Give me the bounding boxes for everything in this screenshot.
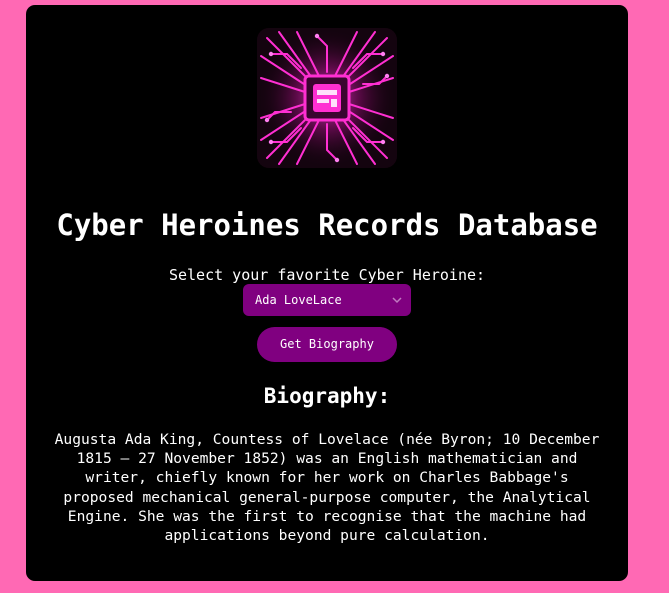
circuit-chip-logo-icon bbox=[257, 28, 397, 168]
biography-text: Augusta Ada King, Countess of Lovelace (… bbox=[54, 431, 600, 545]
biography-heading: Biography: bbox=[263, 384, 391, 408]
page-title: Cyber Heroines Records Database bbox=[56, 208, 598, 242]
chevron-down-icon bbox=[391, 284, 403, 316]
get-biography-button[interactable]: Get Biography bbox=[257, 327, 397, 362]
main-card: Cyber Heroines Records Database Select y… bbox=[26, 5, 628, 581]
heroine-select-label: Select your favorite Cyber Heroine: bbox=[168, 266, 486, 284]
heroine-select[interactable]: Ada LoveLace bbox=[243, 284, 411, 316]
heroine-select-value: Ada LoveLace bbox=[255, 293, 342, 307]
